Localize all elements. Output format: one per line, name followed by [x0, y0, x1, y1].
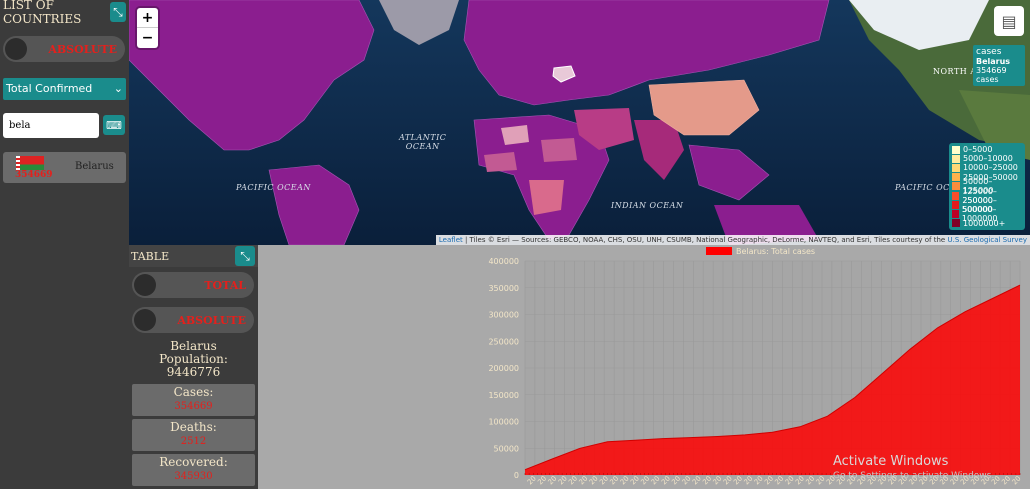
collapse-icon[interactable]: ⤡: [109, 2, 126, 22]
zoom-in-button[interactable]: +: [137, 8, 158, 28]
legend-label: 10000–25000: [963, 163, 1018, 173]
metric-select[interactable]: Total Confirmed ⌄: [3, 78, 126, 100]
world-map[interactable]: + − ▤ ATLANTIC OCEAN PACIFIC OCEAN PACIF…: [129, 0, 1030, 245]
legend-swatch: [952, 163, 960, 172]
toggle-knob: [134, 274, 156, 296]
toggle-label: ABSOLUTE: [177, 313, 246, 327]
zoom-control: + −: [137, 8, 158, 48]
absolute-toggle[interactable]: ABSOLUTE: [3, 36, 125, 62]
y-tick-label: 200000: [488, 364, 519, 373]
legend-item: 500000–1000000: [952, 205, 1022, 223]
y-tick-label: 0: [514, 471, 519, 480]
collapse-icon[interactable]: ⤡: [235, 246, 255, 266]
y-tick-label: 400000: [488, 257, 519, 266]
y-tick-label: 150000: [488, 391, 519, 400]
map-basemap: [129, 0, 1030, 245]
cases-label: Cases:: [173, 385, 214, 399]
recovered-stat: Recovered: 345930: [132, 454, 255, 486]
table-header: TABLE ⤡: [129, 245, 258, 267]
total-toggle[interactable]: TOTAL: [132, 272, 254, 298]
chart-legend-swatch: [706, 247, 732, 255]
ocean-label-atlantic: ATLANTIC OCEAN: [399, 133, 446, 151]
toggle-label: TOTAL: [204, 278, 246, 292]
legend-label: 0–5000: [963, 145, 993, 155]
table-panel: TABLE ⤡ TOTAL ABSOLUTE Belarus Populatio…: [129, 245, 258, 489]
metric-select-value: Total Confirmed: [6, 82, 93, 95]
info-population: 9446776: [166, 365, 221, 379]
attribution-text: | Tiles © Esri — Sources: GEBCO, NOAA, C…: [462, 236, 948, 244]
belarus-flag-icon: [16, 156, 44, 170]
deaths-value: 2512: [180, 436, 207, 447]
legend-swatch: [952, 173, 960, 182]
country-info: Belarus Population: 9446776: [129, 340, 258, 379]
map-attribution: Leaflet | Tiles © Esri — Sources: GEBCO,…: [435, 235, 1030, 245]
legend-item: 0–5000: [952, 145, 1022, 154]
legend-swatch: [952, 154, 960, 163]
chart-svg: 0 50000 100000 150000 200000 250000 300000 3500…: [488, 247, 1023, 486]
usgs-link[interactable]: U.S. Geological Survey: [947, 236, 1027, 244]
y-tick-label: 300000: [488, 311, 519, 320]
chevron-down-icon: ⌄: [113, 82, 123, 95]
ocean-label-pacific-right: PACIFIC OCE: [895, 183, 957, 192]
ocean-label-atlantic-line1: ATLANTIC: [399, 133, 447, 142]
legend-swatch: [952, 200, 960, 209]
deaths-label: Deaths:: [170, 420, 217, 434]
toggle-label: ABSOLUTE: [48, 42, 117, 56]
legend-item: 10000–25000: [952, 163, 1022, 172]
recovered-label: Recovered:: [159, 455, 228, 469]
tooltip-value: 354669 cases: [976, 66, 1007, 84]
legend-label: 1000000+: [963, 218, 1006, 228]
layers-icon[interactable]: ▤: [994, 6, 1024, 36]
legend-swatch: [952, 209, 959, 218]
chart-legend-label: Belarus: Total cases: [736, 247, 815, 256]
ocean-label-pacific-left: PACIFIC OCEAN: [236, 183, 311, 192]
activation-watermark-sub: Go to Settings to activate Windows.: [833, 471, 995, 481]
legend-swatch: [952, 182, 960, 191]
x-tick-label: 20: [1011, 474, 1023, 486]
ocean-label-indian: INDIAN OCEAN: [611, 201, 684, 210]
country-tooltip: cases Belarus 354669 cases: [973, 45, 1025, 86]
country-search-input[interactable]: [3, 113, 99, 138]
toggle-knob: [134, 309, 156, 331]
ocean-label-atlantic-line2: OCEAN: [405, 142, 440, 151]
y-tick-label: 50000: [494, 444, 519, 453]
legend-label: 5000–10000: [963, 154, 1013, 164]
recovered-value: 345930: [174, 471, 213, 482]
y-tick-label: 350000: [488, 284, 519, 293]
activation-watermark: Activate Windows: [833, 454, 949, 469]
legend-swatch: [952, 191, 960, 200]
map-legend: 0–5000 5000–10000 10000–25000 25000–50000 50…: [949, 143, 1025, 230]
legend-item: 5000–10000: [952, 154, 1022, 163]
sidebar-header: LIST OF COUNTRIES ⤡: [0, 0, 129, 26]
country-name: Belarus: [75, 161, 114, 172]
leaflet-link[interactable]: Leaflet: [439, 236, 463, 244]
zoom-out-button[interactable]: −: [137, 28, 158, 48]
tooltip-title: cases: [976, 47, 1002, 57]
deaths-stat: Deaths: 2512: [132, 419, 255, 451]
tooltip-country: Belarus: [976, 57, 1011, 66]
country-list-item[interactable]: 354669 Belarus: [3, 152, 126, 183]
table-title: TABLE: [131, 249, 170, 263]
toggle-knob: [5, 38, 27, 60]
countries-sidebar: LIST OF COUNTRIES ⤡ ABSOLUTE Total Confi…: [0, 0, 129, 489]
country-count: 354669: [15, 170, 53, 180]
cases-value: 354669: [174, 401, 213, 412]
absolute-toggle[interactable]: ABSOLUTE: [132, 307, 254, 333]
y-tick-label: 250000: [488, 337, 519, 346]
y-tick-label: 100000: [488, 418, 519, 427]
sidebar-title: LIST OF COUNTRIES: [3, 0, 82, 26]
legend-swatch: [952, 219, 960, 228]
legend-swatch: [952, 145, 960, 154]
app: LIST OF COUNTRIES ⤡ ABSOLUTE Total Confi…: [0, 0, 1030, 489]
keyboard-icon[interactable]: ⌨: [103, 115, 125, 135]
cases-stat: Cases: 354669: [132, 384, 255, 416]
cases-chart: 0 50000 100000 150000 200000 250000 300000 3500…: [258, 245, 1030, 489]
